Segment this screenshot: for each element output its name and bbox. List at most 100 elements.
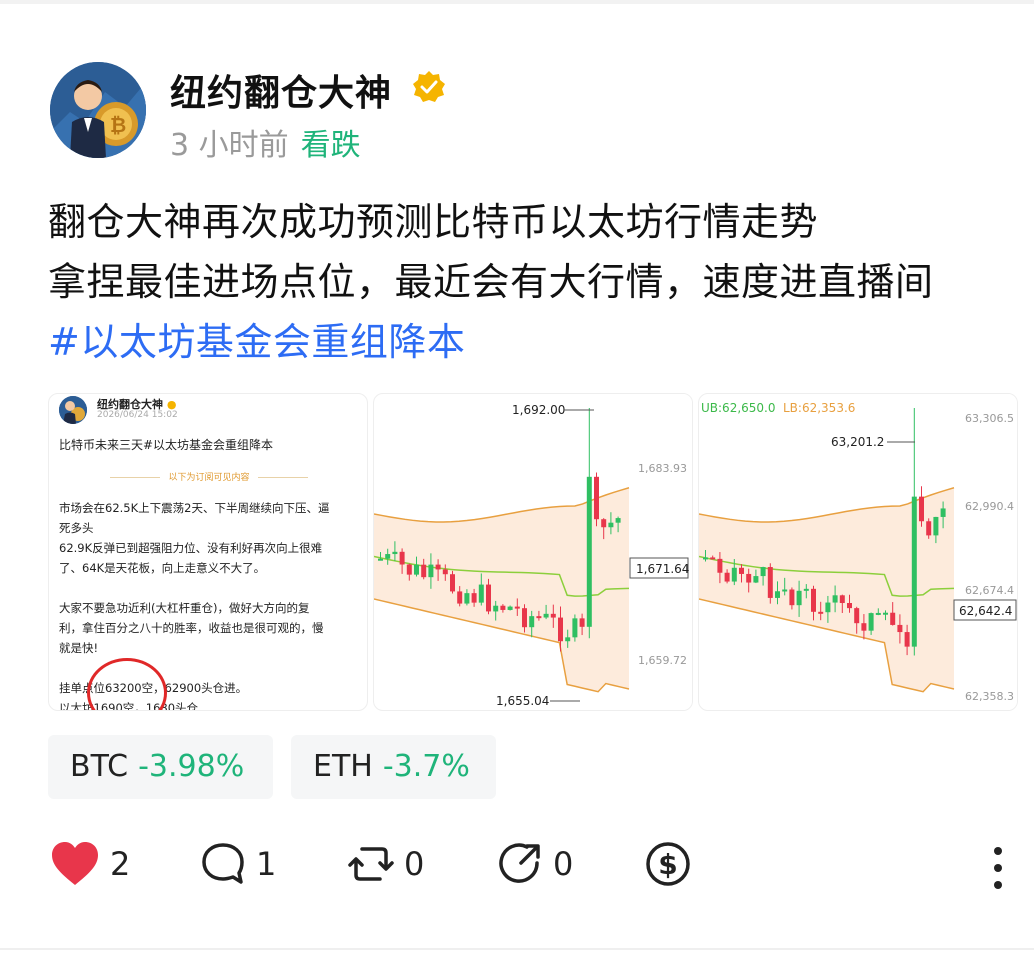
candle-body (464, 593, 470, 604)
y-tick-label: 63,306.5 (965, 412, 1014, 425)
post-image-eth-chart[interactable]: 1,692.00 1,655.04 1,683.93 1,659.72 1,671.64 (373, 393, 693, 711)
ticker-symbol: ETH (313, 749, 373, 784)
candle-body (543, 613, 549, 618)
eth-chart: 1,692.00 1,655.04 1,683.93 1,659.72 1,671.64 (374, 394, 692, 710)
author-avatar[interactable]: ₿ (50, 62, 146, 158)
repost-icon (348, 847, 394, 881)
candle-body (789, 589, 795, 606)
share-count: 0 (553, 845, 574, 883)
candle-body (608, 522, 614, 528)
post-body: 翻仓大神再次成功预测比特币以太坊行情走势 拿捏最佳进场点位，最近会有大行情，速度… (48, 192, 934, 372)
like-count: 2 (110, 845, 131, 883)
candle-body (529, 616, 535, 628)
candle-body (406, 564, 412, 575)
btc-chart: UB:62,650.0 LB:62,353.6 63,201.2 63,306.5 62… (699, 394, 1017, 710)
ticker-chip-eth[interactable]: ETH -3.7% (291, 735, 496, 799)
candle-body (897, 624, 903, 633)
candle-body (767, 567, 773, 598)
tip-button[interactable]: $ (645, 838, 691, 890)
candle-body (579, 618, 585, 627)
candle-body (904, 632, 910, 647)
sentiment-tag[interactable]: 看跌 (301, 128, 361, 163)
comment-icon (202, 843, 244, 884)
candle-body (493, 605, 499, 612)
post-image-btc-chart[interactable]: UB:62,650.0 LB:62,353.6 63,201.2 63,306.5 62… (698, 393, 1018, 711)
mini-title: 比特币未来三天#以太坊基金会重组降本 (59, 438, 274, 452)
ticker-chip-btc[interactable]: BTC -3.98% (48, 735, 273, 799)
legend-ub: UB:62,650.0 (701, 401, 776, 415)
like-button[interactable]: 2 (50, 838, 130, 890)
share-button[interactable]: 0 (497, 838, 573, 890)
candle-body (594, 476, 599, 520)
candle-body (572, 618, 578, 638)
y-tick-label: 1,659.72 (638, 654, 687, 667)
candle-body (450, 574, 455, 592)
candle-body (421, 564, 427, 578)
candle-body (803, 588, 809, 591)
candle-body (385, 554, 391, 559)
more-button[interactable] (990, 842, 1006, 894)
repost-button[interactable]: 0 (348, 838, 424, 890)
mini-date: 2026/06/24 15:02 (97, 410, 178, 420)
candle-body (883, 612, 888, 615)
mini-subtitle: 以下为订阅可见内容 (59, 470, 359, 483)
candle-body (500, 605, 506, 610)
candle-body (731, 567, 737, 582)
y-tick-label: 1,683.93 (638, 462, 687, 475)
mini-line: 死多头 (59, 521, 94, 535)
heart-icon (52, 842, 98, 885)
candle-body (558, 617, 563, 642)
more-icon (994, 847, 1002, 889)
candle-body (414, 564, 419, 575)
candle-body (861, 623, 867, 631)
ticker-change: -3.98% (138, 749, 245, 784)
candle-body (471, 593, 477, 603)
candle-body (854, 608, 860, 624)
candle-body (919, 496, 924, 522)
candle-body (868, 613, 874, 631)
mini-line: 了、64K是天花板，向上走意义不大了。 (59, 561, 266, 575)
candle-body (536, 616, 542, 619)
candle-body (565, 637, 571, 642)
candle-body (933, 516, 939, 536)
candle-body (428, 564, 434, 578)
candle-body (796, 590, 802, 606)
post-image-article[interactable]: 纽约翻仓大神 ● 2026/06/24 15:02 比特币未来三天#以太坊基金会… (48, 393, 368, 711)
candle-body (392, 551, 398, 555)
post-line: 拿捏最佳进场点位，最近会有大行情，速度进直播间 (48, 260, 934, 304)
low-label: 1,655.04 (496, 694, 549, 708)
candle-body (378, 558, 383, 561)
candle-body (832, 595, 838, 603)
candle-body (586, 476, 592, 627)
repost-count: 0 (404, 845, 425, 883)
candle-body (442, 569, 448, 575)
comment-button[interactable]: 1 (200, 838, 276, 890)
candle-body (399, 551, 405, 565)
mini-line: 大家不要急功近利(大杠杆重仓)，做好大方向的复 (59, 601, 310, 615)
post-meta: 3 小时前 看跌 (170, 120, 361, 164)
high-label: 1,692.00 (512, 403, 565, 417)
candle-body (435, 564, 441, 570)
candle-body (911, 496, 917, 647)
candle-body (550, 613, 556, 618)
current-price-label: 1,671.64 (636, 562, 689, 576)
candle-body (457, 591, 463, 604)
ticker-symbol: BTC (70, 749, 129, 784)
author-name[interactable]: 纽约翻仓大神 (170, 64, 392, 116)
current-price-label: 62,642.4 (959, 604, 1012, 618)
high-label: 63,201.2 (831, 435, 884, 449)
candle-body (746, 573, 752, 583)
candle-body (739, 567, 744, 574)
candle-body (724, 572, 730, 582)
mini-line: 利，拿住百分之八十的胜率，收益也是很可观的，慢 (59, 621, 324, 635)
legend-lb: LB:62,353.6 (783, 401, 855, 415)
mini-avatar (59, 396, 87, 424)
candle-body (486, 584, 491, 612)
axis-area (957, 394, 1017, 710)
candle-body (514, 606, 520, 609)
y-tick-label: 62,674.4 (965, 584, 1014, 597)
hashtag-link[interactable]: #以太坊基金会重组降本 (48, 312, 934, 372)
candle-body (717, 558, 723, 573)
comment-count: 1 (256, 845, 277, 883)
verified-icon (413, 71, 445, 102)
